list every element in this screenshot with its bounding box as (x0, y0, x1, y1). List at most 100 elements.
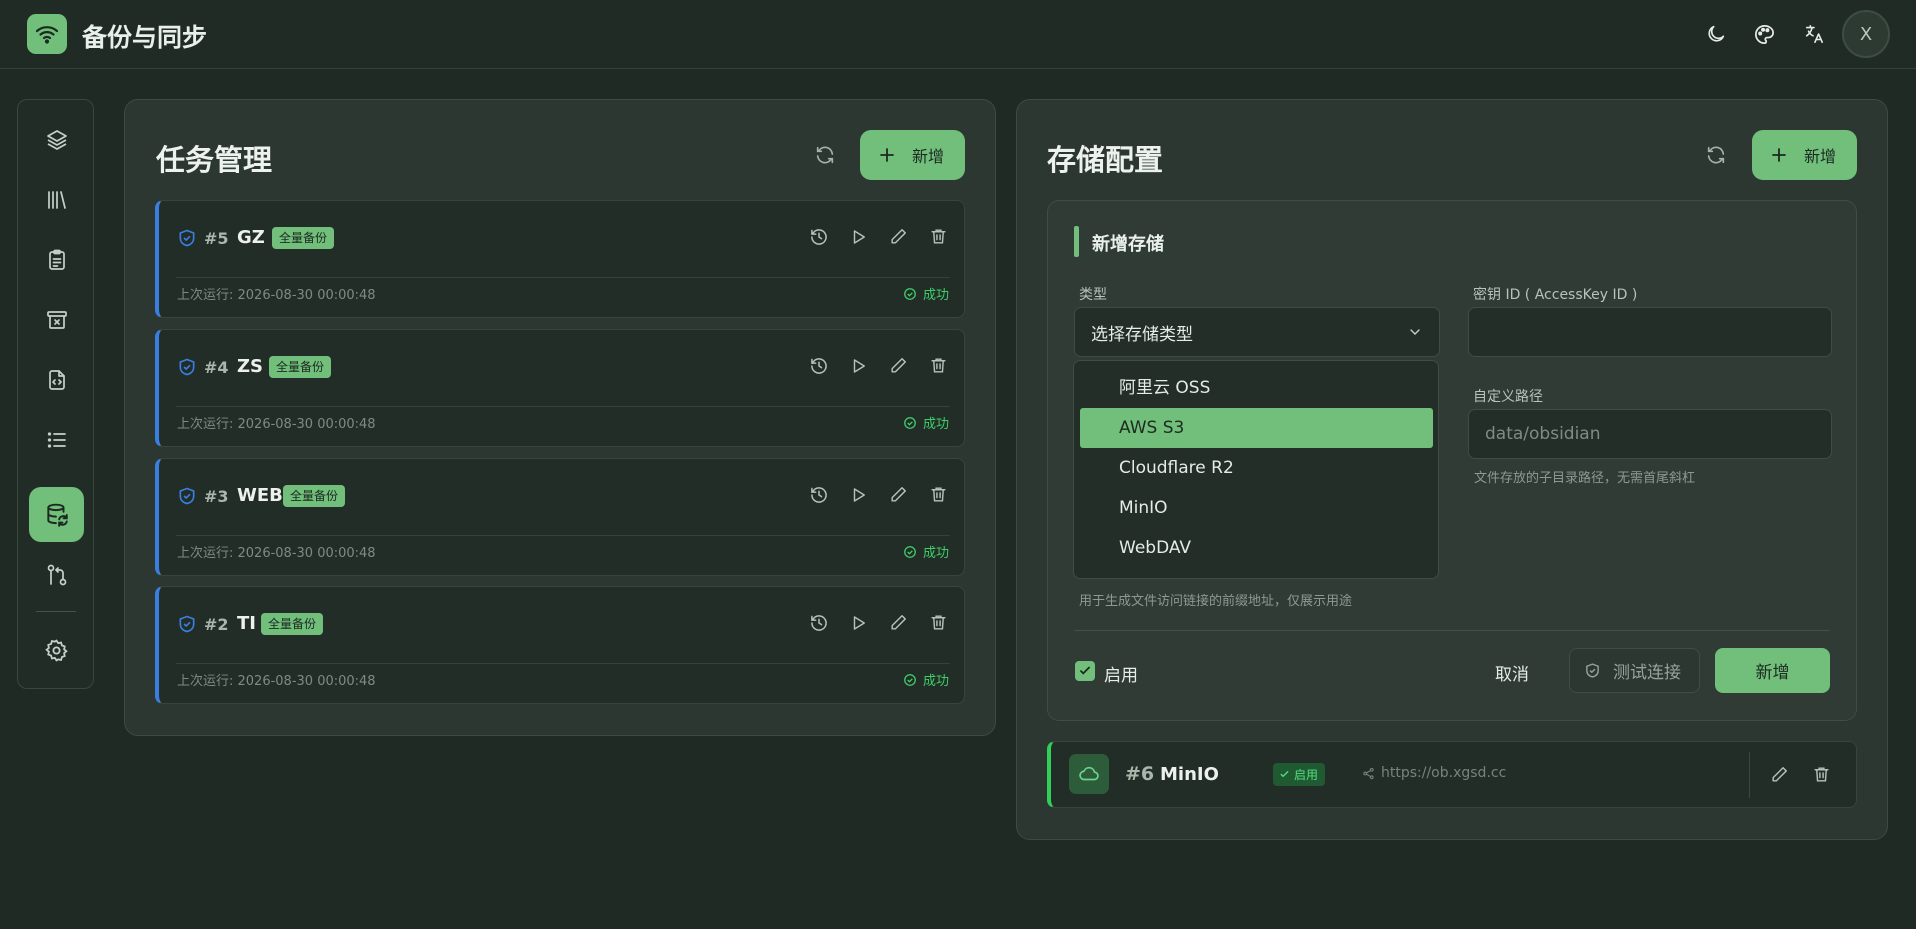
task-last-run: 上次运行: 2026-08-30 00:00:48 (177, 546, 376, 561)
shield-icon (1586, 663, 1599, 678)
trash-icon[interactable] (927, 225, 950, 248)
plus-icon (1770, 146, 1792, 164)
palette-icon[interactable] (1750, 20, 1778, 48)
accesskey-field[interactable] (1485, 308, 1831, 356)
top-bar: 备份与同步 X (0, 0, 1916, 69)
accesskey-input[interactable] (1468, 307, 1832, 357)
task-card[interactable]: #5 GZ 全量备份 上次运行: 2026-08-30 00:00:48 成功 (155, 200, 965, 318)
edit-icon[interactable] (887, 483, 910, 506)
layers-icon (46, 129, 67, 150)
sidebar-item-settings[interactable] (29, 623, 84, 678)
user-avatar[interactable]: X (1842, 10, 1890, 58)
submit-add-button[interactable]: 新增 (1715, 648, 1830, 693)
task-name: ZS (237, 356, 264, 377)
archive-x-icon (46, 310, 67, 329)
plus-icon (878, 146, 900, 164)
task-status: 成功 (903, 670, 949, 689)
edit-icon[interactable] (887, 611, 910, 634)
sidebar-item-library[interactable] (29, 172, 84, 227)
history-icon[interactable] (807, 354, 830, 377)
task-divider (176, 535, 950, 536)
theme-moon-icon[interactable] (1702, 20, 1730, 48)
task-id: #2 (204, 615, 229, 634)
sidebar-item-archive[interactable] (29, 292, 84, 347)
task-name: GZ (237, 227, 265, 248)
task-status: 成功 (903, 413, 949, 432)
task-name: TI (237, 613, 256, 634)
sidebar-divider (36, 611, 76, 612)
sidebar-item-list[interactable] (29, 412, 84, 467)
trash-icon[interactable] (1810, 763, 1833, 786)
trash-icon[interactable] (927, 611, 950, 634)
path-hint: 文件存放的子目录路径，无需首尾斜杠 (1474, 471, 1696, 486)
list-icon (47, 431, 66, 448)
storage-url: https://ob.xgsd.cc (1362, 765, 1506, 781)
wifi-logo-icon (27, 14, 67, 54)
shield-check-icon (177, 614, 197, 638)
storage-panel-title: 存储配置 (1047, 143, 1164, 177)
check-circle-icon (904, 416, 916, 429)
task-divider (176, 277, 950, 278)
dropdown-option[interactable]: WebDAV (1080, 528, 1433, 568)
check-icon (1080, 666, 1090, 675)
storage-add-button[interactable]: 新增 (1752, 130, 1857, 180)
clipboard-icon (48, 249, 65, 270)
play-icon[interactable] (847, 354, 870, 377)
cloud-icon (1069, 754, 1109, 794)
storage-item[interactable]: #6 MinIO 启用 https://ob.xgsd.cc (1047, 741, 1857, 808)
custom-path-input[interactable] (1468, 409, 1832, 459)
storage-name: MinIO (1160, 764, 1219, 785)
check-circle-icon (904, 287, 916, 300)
shield-check-icon (177, 357, 197, 381)
task-type-badge: 全量备份 (269, 356, 332, 378)
sidebar-item-file-code[interactable] (29, 352, 84, 407)
database-sync-icon (46, 503, 68, 527)
trash-icon[interactable] (927, 354, 950, 377)
history-icon[interactable] (807, 611, 830, 634)
shield-check-icon (177, 228, 197, 252)
check-circle-icon (904, 673, 916, 686)
enable-checkbox[interactable] (1075, 661, 1095, 681)
settings-icon (45, 639, 68, 662)
form-heading: 新增存储 (1092, 234, 1164, 255)
play-icon[interactable] (847, 611, 870, 634)
task-card[interactable]: #2 TI 全量备份 上次运行: 2026-08-30 00:00:48 成功 (155, 586, 965, 704)
edit-icon[interactable] (1768, 763, 1791, 786)
refresh-icon (816, 146, 834, 164)
custom-path-field[interactable] (1485, 410, 1831, 458)
prefix-hint: 用于生成文件访问链接的前缀地址，仅展示用途 (1079, 594, 1353, 609)
storage-type-select[interactable]: 选择存储类型 (1074, 307, 1440, 357)
edit-icon[interactable] (887, 225, 910, 248)
check-icon (1280, 771, 1289, 778)
history-icon[interactable] (807, 483, 830, 506)
test-connection-button[interactable]: 测试连接 (1569, 648, 1700, 693)
play-icon[interactable] (847, 225, 870, 248)
task-refresh-button[interactable] (808, 138, 842, 172)
dropdown-option-highlighted[interactable]: AWS S3 (1080, 408, 1433, 448)
task-name: WEB (237, 485, 283, 506)
trash-icon[interactable] (927, 483, 950, 506)
cancel-button[interactable]: 取消 (1495, 660, 1529, 685)
dropdown-option[interactable]: Cloudflare R2 (1080, 448, 1433, 488)
sidebar-item-layers[interactable] (29, 112, 84, 167)
translate-icon[interactable] (1800, 20, 1828, 48)
form-divider (1074, 630, 1830, 631)
dropdown-option[interactable]: MinIO (1080, 488, 1433, 528)
task-type-badge: 全量备份 (283, 485, 346, 507)
edit-icon[interactable] (887, 354, 910, 377)
history-icon[interactable] (807, 225, 830, 248)
task-last-run: 上次运行: 2026-08-30 00:00:48 (177, 674, 376, 689)
task-card[interactable]: #4 ZS 全量备份 上次运行: 2026-08-30 00:00:48 成功 (155, 329, 965, 447)
task-add-button[interactable]: 新增 (860, 130, 965, 180)
storage-refresh-button[interactable] (1699, 138, 1733, 172)
share-icon (1363, 767, 1374, 779)
task-card[interactable]: #3 WEB 全量备份 上次运行: 2026-08-30 00:00:48 成功 (155, 458, 965, 576)
sidebar-item-clipboard[interactable] (29, 232, 84, 287)
play-icon[interactable] (847, 483, 870, 506)
dropdown-option[interactable]: 阿里云 OSS (1080, 368, 1433, 408)
sidebar-item-database-sync[interactable] (29, 487, 84, 542)
task-id: #3 (204, 487, 229, 506)
sidebar-item-git-compare[interactable] (29, 547, 84, 602)
shield-check-icon (177, 486, 197, 510)
task-last-run: 上次运行: 2026-08-30 00:00:48 (177, 288, 376, 303)
